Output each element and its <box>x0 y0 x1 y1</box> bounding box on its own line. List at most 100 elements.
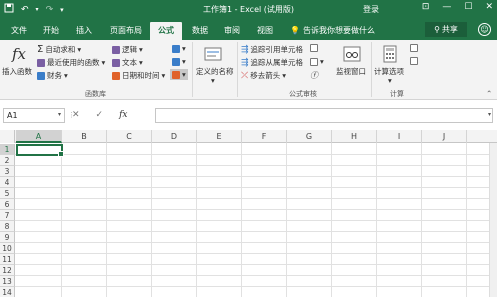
row-header-7[interactable]: 7 <box>0 210 15 221</box>
insert-function-icon[interactable]: fx <box>8 44 30 64</box>
lookup-book-icon <box>172 44 180 53</box>
tab-insert[interactable]: 插入 <box>71 22 97 40</box>
group-label-function-library: 函数库 <box>85 90 106 98</box>
chevron-down-icon: ▾ <box>64 71 68 80</box>
column-header-f[interactable]: F <box>242 130 287 143</box>
autosum-button[interactable]: Σ 自动求和 ▾ <box>37 44 81 55</box>
row-header-6[interactable]: 6 <box>0 199 15 210</box>
ribbon-formulas: fx 插入函数 Σ 自动求和 ▾ 最近使用的函数 ▾ 财务 ▾ 逻辑 ▾ 文本 … <box>0 40 497 100</box>
column-header-d[interactable]: D <box>152 130 197 143</box>
vertical-scrollbar[interactable] <box>489 143 497 297</box>
ribbon-tabs: 文件 开始 插入 页面布局 公式 数据 审阅 视图 💡 告诉我你想要做什么 ⚲ … <box>0 18 497 40</box>
row-header-4[interactable]: 4 <box>0 177 15 188</box>
tab-data[interactable]: 数据 <box>186 22 214 40</box>
row-header-3[interactable]: 3 <box>0 166 15 177</box>
clock-book-icon <box>112 71 120 80</box>
column-header-j[interactable]: J <box>422 130 467 143</box>
trace-dependents-button[interactable]: ⇶ 追踪从属单元格 <box>241 57 303 68</box>
column-header-b[interactable]: B <box>62 130 107 143</box>
error-checking-button[interactable]: ▾ <box>310 57 324 66</box>
grid-row-line <box>15 198 489 199</box>
row-header-1[interactable]: 1 <box>0 144 15 155</box>
calculate-sheet-button[interactable] <box>410 57 418 65</box>
autosum-label: 自动求和 <box>45 45 76 54</box>
math-trig-button[interactable]: ▾ <box>172 57 186 66</box>
column-header-g[interactable]: G <box>287 130 332 143</box>
tab-view[interactable]: 视图 <box>251 22 279 40</box>
close-icon[interactable]: ✕ <box>485 2 493 12</box>
row-header-9[interactable]: 9 <box>0 232 15 243</box>
column-header-e[interactable]: E <box>197 130 242 143</box>
feedback-smiley-icon[interactable]: ☺ <box>478 23 491 36</box>
grid-row-line <box>15 176 489 177</box>
insert-function-label: 插入函数 <box>2 67 32 76</box>
row-header-10[interactable]: 10 <box>0 243 15 254</box>
evaluate-formula-button[interactable]: ⓕ <box>310 70 318 81</box>
row-header-12[interactable]: 12 <box>0 265 15 276</box>
row-header-2[interactable]: 2 <box>0 155 15 166</box>
insert-function-fx-icon[interactable]: fx <box>119 110 127 120</box>
logical-book-icon <box>112 45 120 54</box>
calc-options-icon[interactable] <box>379 44 401 64</box>
column-header-c[interactable]: C <box>107 130 152 143</box>
calculate-sheet-icon <box>410 57 418 65</box>
defined-names-icon[interactable] <box>202 44 224 64</box>
tell-me-box[interactable]: 💡 告诉我你想要做什么 <box>290 25 375 36</box>
enter-icon[interactable]: ✓ <box>96 110 104 120</box>
row-header-8[interactable]: 8 <box>0 221 15 232</box>
select-all-corner[interactable] <box>0 130 15 143</box>
name-box[interactable]: A1 ▾ <box>3 108 65 123</box>
lookup-reference-button[interactable]: ▾ <box>172 44 186 53</box>
tab-formulas[interactable]: 公式 <box>150 22 182 40</box>
formula-bar: A1 ▾ ⋮ ✕ ✓ fx ▾ <box>0 104 497 126</box>
text-button[interactable]: 文本 ▾ <box>112 57 143 68</box>
cancel-icon[interactable]: ✕ <box>72 110 80 120</box>
login-link[interactable]: 登录 <box>363 4 379 15</box>
row-header-11[interactable]: 11 <box>0 254 15 265</box>
maximize-icon[interactable]: ☐ <box>464 2 472 12</box>
tab-page-layout[interactable]: 页面布局 <box>104 22 148 40</box>
ribbon-display-options-icon[interactable]: ⊡ <box>422 2 430 12</box>
remove-arrows-button[interactable]: ⤫ 移去箭头 ▾ <box>241 70 286 81</box>
tab-home[interactable]: 开始 <box>38 22 64 40</box>
active-cell[interactable] <box>16 144 64 157</box>
more-functions-button[interactable]: ▾ <box>170 69 188 80</box>
financial-button[interactable]: 财务 ▾ <box>37 70 68 81</box>
formula-input[interactable] <box>155 108 493 123</box>
grid-row-line <box>15 253 489 254</box>
financial-label: 财务 <box>47 71 62 80</box>
trace-dependents-icon: ⇶ <box>241 57 249 68</box>
datetime-label: 日期和时间 <box>122 71 160 80</box>
recently-used-button[interactable]: 最近使用的函数 ▾ <box>37 57 105 68</box>
datetime-button[interactable]: 日期和时间 ▾ <box>112 70 165 81</box>
calculate-now-button[interactable] <box>410 44 418 52</box>
column-header-i[interactable]: I <box>377 130 422 143</box>
text-label: 文本 <box>122 58 137 67</box>
trace-precedents-button[interactable]: ⇶ 追踪引用单元格 <box>241 44 303 55</box>
grid-row-line <box>15 154 489 155</box>
financial-book-icon <box>37 71 45 80</box>
row-header-13[interactable]: 13 <box>0 276 15 287</box>
column-header-h[interactable]: H <box>332 130 377 143</box>
expand-formula-bar-icon[interactable]: ▾ <box>488 111 491 118</box>
tab-file[interactable]: 文件 <box>6 22 32 40</box>
logical-button[interactable]: 逻辑 ▾ <box>112 44 143 55</box>
watch-window-label: 监视窗口 <box>336 67 366 76</box>
chevron-down-icon: ▾ <box>139 58 143 67</box>
worksheet-grid[interactable]: ABCDEFGHIJ 1 2 3 4 5 6 7 8 9 10 11 12 13 14 <box>0 130 497 297</box>
share-button[interactable]: ⚲ 共享 <box>425 22 467 37</box>
tab-review[interactable]: 审阅 <box>218 22 246 40</box>
row-header-14[interactable]: 14 <box>0 287 15 297</box>
show-formulas-button[interactable] <box>310 44 318 52</box>
row-header-5[interactable]: 5 <box>0 188 15 199</box>
trace-precedents-label: 追踪引用单元格 <box>250 45 304 54</box>
watch-window-button[interactable]: 监视窗口 <box>336 66 366 77</box>
collapse-ribbon-icon[interactable]: ⌃ <box>486 89 492 98</box>
name-box-value: A1 <box>7 111 18 120</box>
watch-window-icon[interactable] <box>341 44 363 64</box>
insert-function-button[interactable]: 插入函数 <box>2 66 32 77</box>
grid-row-line <box>15 165 489 166</box>
column-headers: ABCDEFGHIJ <box>0 130 497 143</box>
minimize-icon[interactable]: — <box>442 2 451 12</box>
column-header-a[interactable]: A <box>16 130 62 143</box>
